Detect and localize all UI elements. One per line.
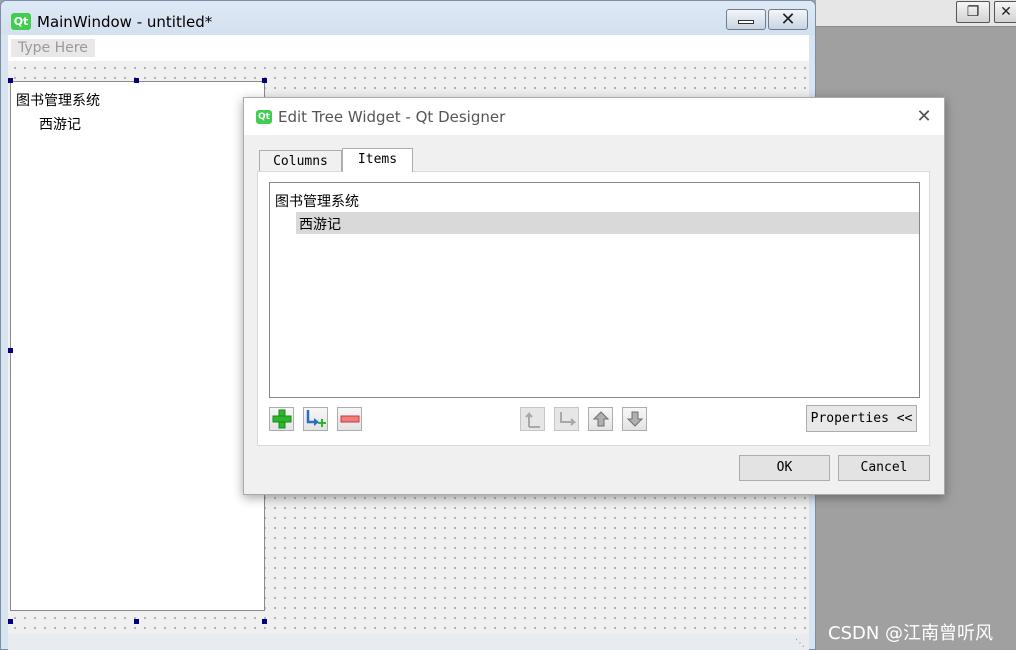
selection-handle[interactable]	[262, 78, 267, 83]
main-window-titlebar: Qt MainWindow - untitled* ✕	[1, 1, 815, 35]
mdi-button-strip: ❐ ✕	[816, 0, 1016, 27]
menu-type-here-placeholder[interactable]: Type Here	[11, 39, 95, 57]
tab-columns[interactable]: Columns	[259, 150, 342, 173]
ok-button[interactable]: OK	[739, 455, 830, 481]
edit-tree-widget-dialog: Qt Edit Tree Widget - Qt Designer ✕ Colu…	[243, 97, 945, 495]
move-left-icon	[524, 411, 540, 428]
qt-logo-icon: Qt	[11, 13, 31, 30]
restore-icon: ❐	[966, 4, 980, 20]
tree-row-label: 图书管理系统	[275, 194, 359, 210]
selection-handle[interactable]	[134, 78, 139, 83]
close-icon: ✕	[1000, 4, 1012, 20]
close-window-button[interactable]: ✕	[768, 9, 808, 30]
move-item-up-button[interactable]	[588, 407, 613, 431]
move-item-down-button[interactable]	[622, 407, 647, 431]
selection-handle[interactable]	[8, 348, 13, 353]
new-subitem-button[interactable]	[303, 407, 328, 431]
items-tree-view[interactable]: 图书管理系统 西游记	[269, 182, 920, 398]
dialog-title: Edit Tree Widget - Qt Designer	[278, 108, 506, 126]
qt-logo-icon: Qt	[256, 110, 272, 124]
minimize-button[interactable]	[726, 9, 766, 30]
properties-toggle-button[interactable]: Properties <<	[806, 405, 917, 432]
minus-icon	[340, 415, 359, 423]
mdi-close-button[interactable]: ✕	[994, 1, 1016, 23]
tree-item-child[interactable]: 西游记	[39, 114, 81, 134]
move-item-left-button[interactable]	[520, 407, 545, 431]
selection-handle[interactable]	[8, 78, 13, 83]
tree-widget[interactable]: 图书管理系统 西游记	[10, 81, 265, 611]
status-bar: ⋱	[8, 634, 809, 650]
tab-items[interactable]: Items	[342, 148, 413, 172]
selection-handle[interactable]	[134, 619, 139, 624]
main-window-title: MainWindow - untitled*	[37, 13, 213, 31]
move-down-icon	[626, 411, 643, 427]
size-grip-icon[interactable]: ⋱	[795, 638, 805, 649]
cancel-button[interactable]: Cancel	[838, 455, 930, 481]
selection-handle[interactable]	[8, 619, 13, 624]
delete-item-button[interactable]	[337, 407, 362, 431]
dialog-close-button[interactable]: ✕	[912, 105, 936, 129]
menubar: Type Here	[8, 35, 809, 61]
close-icon: ✕	[780, 8, 796, 30]
new-item-button[interactable]	[269, 407, 294, 431]
dialog-titlebar: Qt Edit Tree Widget - Qt Designer ✕	[244, 98, 944, 135]
plus-icon	[272, 409, 291, 429]
watermark-text: CSDN @江南曾听风	[828, 623, 994, 644]
minimize-icon	[738, 19, 754, 24]
new-subitem-icon	[306, 410, 326, 427]
selection-handle[interactable]	[262, 619, 267, 624]
close-icon: ✕	[916, 106, 932, 127]
restore-window-button[interactable]: ❐	[956, 1, 990, 23]
move-right-icon	[559, 412, 576, 426]
move-item-right-button[interactable]	[554, 407, 579, 431]
items-tab-panel: 图书管理系统 西游记 Properties <<	[257, 171, 930, 446]
tree-row-child-selected[interactable]: 西游记	[296, 212, 919, 234]
tree-item-root[interactable]: 图书管理系统	[16, 90, 100, 110]
tree-row-root[interactable]: 图书管理系统	[270, 189, 919, 210]
move-up-icon	[592, 411, 609, 427]
tree-row-label: 西游记	[299, 217, 341, 233]
